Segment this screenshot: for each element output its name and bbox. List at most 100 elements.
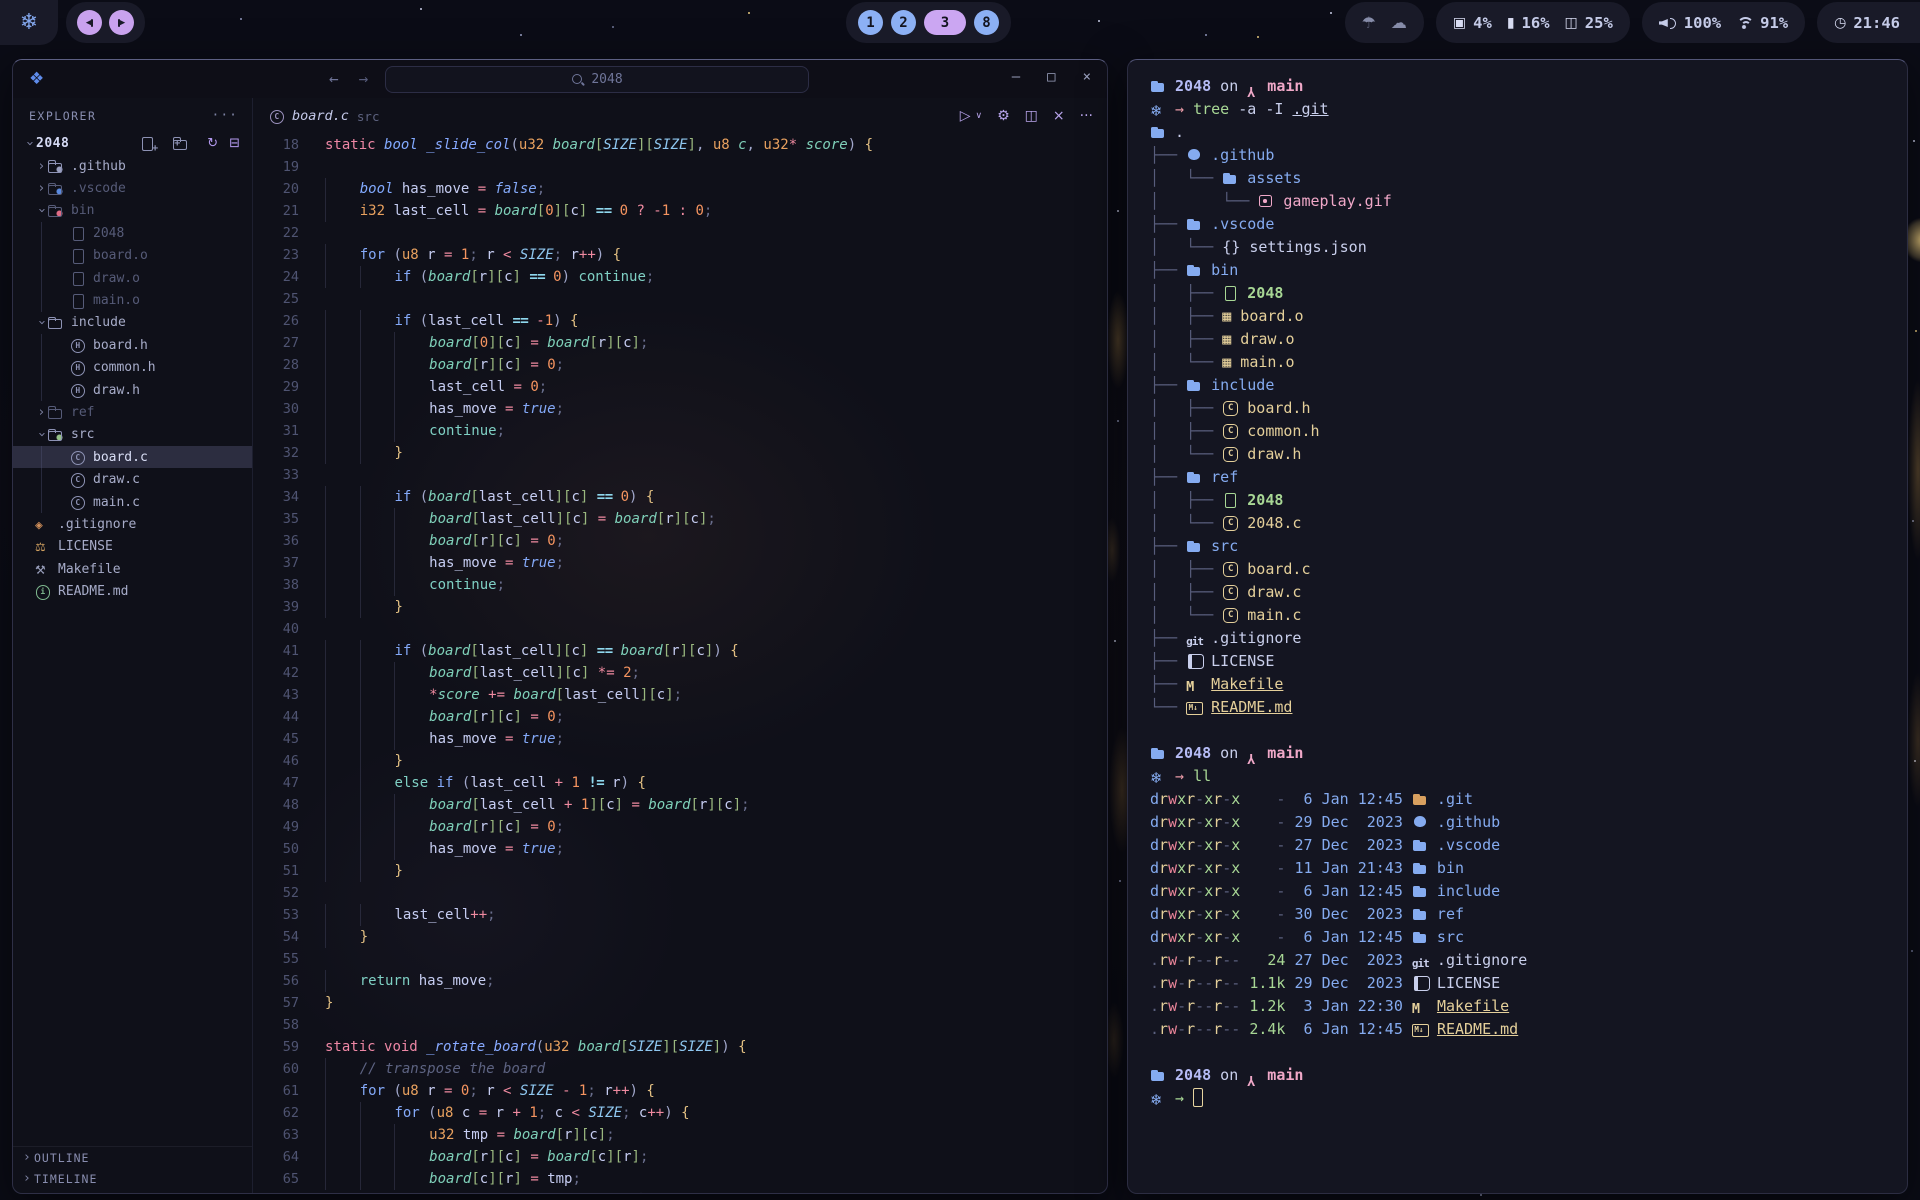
book-icon xyxy=(1412,976,1428,990)
more-icon[interactable]: ··· xyxy=(1080,108,1093,124)
sidebar-section-outline[interactable]: ›OUTLINE xyxy=(13,1147,252,1168)
explorer-item-board.c[interactable]: board.c xyxy=(13,446,252,468)
line-number: 62 xyxy=(253,1102,299,1124)
new-file-icon[interactable] xyxy=(139,137,154,150)
explorer-item-main.o[interactable]: main.o xyxy=(13,289,252,311)
chevron-right-icon[interactable]: › xyxy=(35,159,48,174)
close-icon[interactable]: × xyxy=(1053,108,1065,124)
explorer-item-2048[interactable]: 2048 xyxy=(13,222,252,244)
wifi-value: 91% xyxy=(1760,14,1788,32)
terminal-line: ├── include xyxy=(1150,374,1885,397)
vscode-logo-icon[interactable]: ❖ xyxy=(29,69,44,89)
snow-icon xyxy=(1150,100,1166,114)
c-icon xyxy=(70,473,85,486)
editor-tabbar: board.c src ▷ ∨ ⚙ ◫ × ··· xyxy=(253,98,1107,134)
workspace-1[interactable]: 1 xyxy=(858,10,883,35)
line-number: 39 xyxy=(253,596,299,618)
skip-previous-icon[interactable] xyxy=(77,10,102,35)
terminal-line: drwxr-xr-x - 27 Dec 2023 .vscode xyxy=(1150,834,1885,857)
terminal-window[interactable]: 2048 on main → tree -a -I .git .├── .git… xyxy=(1127,59,1908,1194)
branch-icon xyxy=(1247,77,1258,91)
tab-board.c[interactable]: board.c src xyxy=(253,108,379,124)
folder-icon xyxy=(1150,125,1166,139)
run-icon[interactable]: ▷ xyxy=(960,108,971,124)
terminal-line: └── README.md xyxy=(1150,696,1885,719)
volume-stat[interactable]: 100% xyxy=(1659,14,1721,32)
chevron-right-icon[interactable]: › xyxy=(35,405,48,420)
folder-icon xyxy=(48,316,63,329)
cpu-icon: ▣ xyxy=(1453,15,1466,31)
clock-widget[interactable]: ◷21:46 xyxy=(1817,2,1920,43)
skip-next-icon[interactable] xyxy=(109,10,134,35)
terminal-line: ├── LICENSE xyxy=(1150,650,1885,673)
chevron-down-icon[interactable]: › xyxy=(22,137,37,150)
explorer-item-main.c[interactable]: main.c xyxy=(13,491,252,513)
c-icon xyxy=(1222,424,1238,438)
explorer-item-.gitignore[interactable]: .gitignore xyxy=(13,513,252,535)
workspace-2[interactable]: 2 xyxy=(891,10,916,35)
code-area[interactable]: 18static bool _slide_col(u32 board[SIZE]… xyxy=(253,134,1107,1193)
minimize-button[interactable]: — xyxy=(1012,69,1020,85)
explorer-item-.vscode[interactable]: ›.vscode xyxy=(13,177,252,199)
launcher-button[interactable]: ❄ xyxy=(0,0,58,45)
explorer-item-Makefile[interactable]: Makefile xyxy=(13,558,252,580)
gear-icon[interactable]: ⚙ xyxy=(997,108,1010,124)
line-number: 57 xyxy=(253,992,299,1014)
explorer-item-src[interactable]: ›src xyxy=(13,424,252,446)
explorer-item-common.h[interactable]: common.h xyxy=(13,357,252,379)
collapse-folders-icon[interactable]: ⊟ xyxy=(229,136,240,151)
h-icon xyxy=(70,339,85,352)
line-number: 22 xyxy=(253,222,299,244)
explorer-item-board.o[interactable]: board.o xyxy=(13,245,252,267)
explorer-root-folder[interactable]: › 2048 ↻⊟ xyxy=(13,131,252,155)
line-number: 63 xyxy=(253,1124,299,1146)
code-line: 47 else if (last_cell + 1 != r) { xyxy=(253,772,1107,794)
chevron-down-icon[interactable]: › xyxy=(34,428,49,441)
sidebar-section-timeline[interactable]: ›TIMELINE xyxy=(13,1168,252,1189)
explorer-more-icon[interactable]: ··· xyxy=(212,108,238,123)
refresh-explorer-icon[interactable]: ↻ xyxy=(207,136,218,151)
new-folder-icon[interactable] xyxy=(173,137,188,150)
line-number: 18 xyxy=(253,134,299,156)
code-line: 59static void _rotate_board(u32 board[SI… xyxy=(253,1036,1107,1058)
terminal-line: │ └── 2048.c xyxy=(1150,512,1885,535)
chevron-down-icon[interactable]: › xyxy=(34,204,49,217)
explorer-item-ref[interactable]: ›ref xyxy=(13,401,252,423)
explorer-item-draw.h[interactable]: draw.h xyxy=(13,379,252,401)
explorer-item-.github[interactable]: ›.github xyxy=(13,155,252,177)
explorer-item-LICENSE[interactable]: LICENSE xyxy=(13,536,252,558)
forward-button[interactable]: → xyxy=(359,69,369,88)
workspace-8[interactable]: 8 xyxy=(974,10,999,35)
terminal-line xyxy=(1150,719,1885,742)
cloud-icon: ☁ xyxy=(1391,13,1407,32)
explorer-item-board.h[interactable]: board.h xyxy=(13,334,252,356)
clock-icon: ◷ xyxy=(1834,15,1846,31)
explorer-item-draw.c[interactable]: draw.c xyxy=(13,468,252,490)
code-line: 25 xyxy=(253,288,1107,310)
folder-icon xyxy=(48,160,63,173)
explorer-item-README.md[interactable]: README.md xyxy=(13,580,252,602)
chevron-right-icon[interactable]: › xyxy=(35,181,48,196)
code-line: 38 continue; xyxy=(253,574,1107,596)
maximize-button[interactable]: □ xyxy=(1047,69,1055,85)
chevron-down-icon[interactable]: ∨ xyxy=(976,111,983,121)
line-number: 32 xyxy=(253,442,299,464)
gitword-icon xyxy=(1186,629,1202,643)
vscode-titlebar[interactable]: ❖ ← → 2048 — □ × xyxy=(13,60,1107,98)
snow-icon xyxy=(1150,1089,1166,1103)
explorer-item-include[interactable]: ›include xyxy=(13,312,252,334)
close-button[interactable]: × xyxy=(1083,69,1091,85)
command-center-search[interactable]: 2048 xyxy=(385,66,809,93)
chevron-down-icon[interactable]: › xyxy=(34,316,49,329)
wifi-stat[interactable]: 91% xyxy=(1736,14,1788,32)
workspace-3[interactable]: 3 xyxy=(924,10,966,35)
terminal-line: → tree -a -I .git xyxy=(1150,98,1885,121)
terminal-line xyxy=(1150,1041,1885,1064)
split-editor-icon[interactable]: ◫ xyxy=(1025,108,1038,124)
back-button[interactable]: ← xyxy=(329,69,339,88)
explorer-item-draw.o[interactable]: draw.o xyxy=(13,267,252,289)
explorer-item-bin[interactable]: ›bin xyxy=(13,200,252,222)
explorer-item-label: Makefile xyxy=(58,562,121,577)
gitignore-icon xyxy=(35,518,50,531)
line-number: 51 xyxy=(253,860,299,882)
